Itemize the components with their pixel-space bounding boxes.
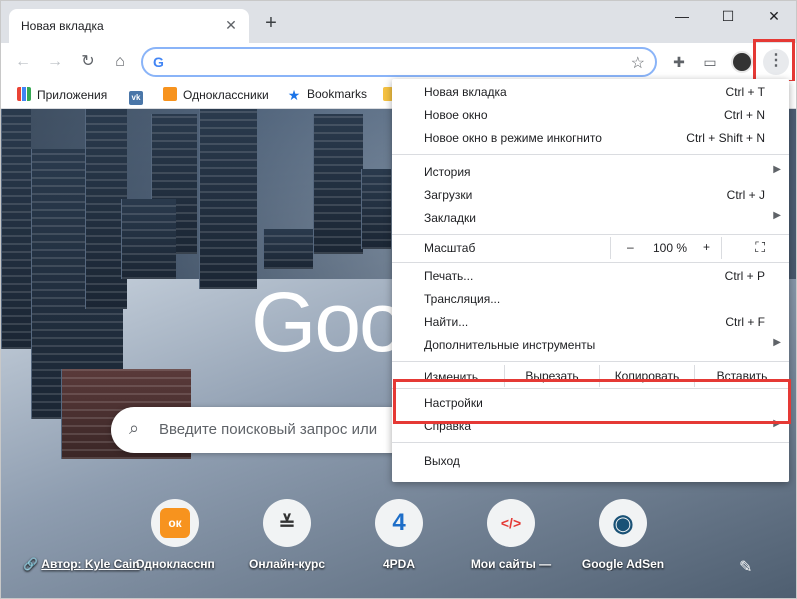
background-building — [361, 169, 391, 249]
new-tab-button[interactable]: + — [259, 13, 283, 33]
odnoklassniki-icon — [163, 87, 177, 101]
cast-icon[interactable]: ▭ — [699, 51, 721, 73]
shortcut-my-sites[interactable]: </> Мои сайты — — [455, 499, 567, 571]
menu-item-history[interactable]: История ▶ — [392, 161, 789, 183]
tab-new-tab[interactable]: Новая вкладка ✕ — [9, 9, 249, 43]
menu-item-bookmarks[interactable]: Закладки ▶ — [392, 207, 789, 229]
background-author[interactable]: 🔗 Автор: Kyle Cain — [23, 557, 140, 571]
bookmark-star-icon[interactable]: ☆ — [631, 53, 645, 73]
menu-item-cast[interactable]: Трансляция... — [392, 288, 789, 310]
highlight-menu-button — [753, 39, 795, 83]
zoom-in-button[interactable]: + — [703, 240, 710, 254]
menu-separator — [392, 262, 789, 263]
tab-strip: Новая вкладка ✕ + — ☐ ✕ — [1, 1, 796, 43]
address-bar[interactable]: G ☆ — [141, 47, 657, 77]
search-icon: ⌕ — [129, 418, 140, 438]
shortcut-label: Google AdSen — [581, 557, 665, 571]
4pda-icon: 4 — [375, 499, 423, 547]
apps-grid-icon — [17, 87, 31, 101]
background-building — [199, 109, 257, 289]
zoom-label: Масштаб — [424, 241, 476, 255]
bookmark-bookmarks[interactable]: ★ Bookmarks — [287, 87, 367, 102]
menu-separator — [392, 442, 789, 443]
background-building — [263, 229, 313, 269]
link-icon: 🔗 — [23, 557, 38, 571]
close-tab-icon[interactable]: ✕ — [223, 17, 239, 33]
shortcut-label: Онлайн-курс — [248, 557, 326, 571]
vk-icon: vk — [129, 91, 143, 105]
google-logo: Goo — [251, 275, 406, 369]
bookmark-apps[interactable]: Приложения — [17, 87, 107, 102]
fullscreen-icon[interactable]: ⛶ — [755, 239, 765, 256]
menu-item-more-tools[interactable]: Дополнительные инструменты ▶ — [392, 334, 789, 356]
reload-button[interactable]: ↻ — [76, 50, 100, 74]
home-button[interactable]: ⌂ — [108, 50, 132, 74]
minimize-button[interactable]: — — [659, 5, 705, 27]
profile-avatar[interactable] — [731, 51, 753, 73]
submenu-arrow-icon: ▶ — [773, 337, 781, 348]
menu-item-new-window[interactable]: Новое окно Ctrl + N — [392, 104, 789, 126]
menu-item-print[interactable]: Печать... Ctrl + P — [392, 265, 789, 287]
shortcut-label: 4PDA — [382, 557, 415, 571]
bookmark-vk[interactable]: vk — [129, 87, 149, 105]
background-building — [313, 114, 363, 254]
zoom-value: 100 % — [653, 241, 688, 255]
author-link[interactable]: Автор: Kyle Cain — [41, 557, 139, 571]
code-icon: </> — [487, 499, 535, 547]
menu-zoom-row: Масштаб – 100 % + ⛶ — [392, 237, 789, 259]
shortcut-online-course[interactable]: ≚ Онлайн-курс — [231, 499, 343, 571]
google-icon: G — [153, 54, 164, 70]
browser-window: Новая вкладка ✕ + — ☐ ✕ ← → ↻ ⌂ G ☆ ✚ ▭ … — [0, 0, 797, 599]
highlight-settings — [393, 379, 791, 424]
zoom-out-button[interactable]: – — [627, 240, 634, 254]
online-course-icon: ≚ — [263, 499, 311, 547]
menu-separator — [392, 234, 789, 235]
menu-separator — [392, 154, 789, 155]
close-window-button[interactable]: ✕ — [751, 5, 796, 27]
menu-item-new-tab[interactable]: Новая вкладка Ctrl + T — [392, 81, 789, 103]
star-icon: ★ — [287, 87, 301, 103]
odnoklassniki-icon: ок — [151, 499, 199, 547]
background-building — [1, 109, 31, 349]
submenu-arrow-icon: ▶ — [773, 210, 781, 221]
menu-item-find[interactable]: Найти... Ctrl + F — [392, 311, 789, 333]
menu-item-downloads[interactable]: Загрузки Ctrl + J — [392, 184, 789, 206]
menu-item-incognito[interactable]: Новое окно в режиме инкогнито Ctrl + Shif… — [392, 127, 789, 149]
menu-item-exit[interactable]: Выход — [392, 450, 789, 472]
shortcut-adsense[interactable]: ◉ Google AdSen — [567, 499, 679, 571]
toolbar: ← → ↻ ⌂ G ☆ ✚ ▭ ⋮ — [1, 43, 796, 81]
search-placeholder: Введите поисковый запрос или — [159, 421, 378, 438]
customize-pencil-icon[interactable]: ✎ — [739, 557, 752, 577]
adsense-icon: ◉ — [599, 499, 647, 547]
shortcut-4pda[interactable]: 4 4PDA — [343, 499, 455, 571]
extensions-icon[interactable]: ✚ — [668, 51, 690, 73]
maximize-button[interactable]: ☐ — [705, 5, 751, 27]
zoom-controls: – 100 % + — [610, 237, 722, 259]
shortcut-label: Мои сайты — — [470, 557, 552, 571]
back-button[interactable]: ← — [11, 50, 35, 74]
submenu-arrow-icon: ▶ — [773, 164, 781, 175]
menu-separator — [392, 361, 789, 362]
bookmark-odnoklassniki[interactable]: Одноклассники — [163, 87, 269, 102]
tab-title: Новая вкладка — [21, 19, 104, 33]
background-building — [121, 199, 176, 279]
forward-button[interactable]: → — [43, 50, 67, 74]
